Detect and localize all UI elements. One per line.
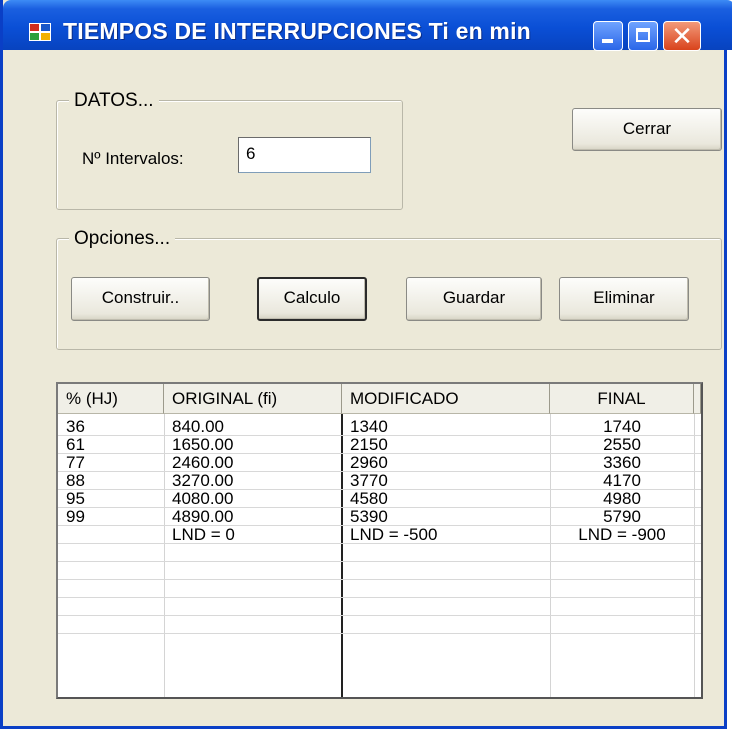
- table-cell: [172, 544, 340, 561]
- table-cell: LND = -500: [350, 525, 438, 544]
- table-cell: 2550: [603, 435, 641, 454]
- table-row[interactable]: 95 4080.00 4580 4980: [58, 490, 701, 508]
- table-cell: 95: [66, 489, 85, 508]
- table-row[interactable]: [58, 562, 701, 580]
- table-row[interactable]: 36 840.00 1340 1740: [58, 418, 701, 436]
- table-cell: 77: [66, 453, 85, 472]
- results-grid[interactable]: % (HJ) ORIGINAL (fi) MODIFICADO FINAL 36…: [56, 382, 703, 699]
- table-cell: LND = 0: [172, 525, 235, 544]
- table-cell: 4580: [350, 489, 388, 508]
- table-cell: [172, 580, 340, 597]
- table-cell: 4980: [603, 489, 641, 508]
- table-cell: [66, 598, 162, 615]
- table-cell: 2460.00: [172, 453, 234, 472]
- table-cell: 2150: [350, 435, 388, 454]
- table-cell: [172, 598, 340, 615]
- table-cell: [66, 544, 162, 561]
- column-header-original[interactable]: ORIGINAL (fi): [164, 384, 342, 414]
- table-cell: [66, 526, 162, 543]
- table-row[interactable]: [58, 580, 701, 598]
- table-cell: 3770: [350, 471, 388, 490]
- calculo-button[interactable]: Calculo: [257, 277, 367, 321]
- eliminar-button[interactable]: Eliminar: [559, 277, 689, 321]
- intervalos-input[interactable]: 6: [238, 137, 371, 173]
- table-cell: 36: [66, 417, 85, 436]
- table-cell: 99: [66, 507, 85, 526]
- table-cell: 61: [66, 435, 85, 454]
- table-cell: [66, 562, 162, 579]
- table-cell: [66, 580, 162, 597]
- table-cell: [350, 616, 548, 633]
- table-cell: [172, 562, 340, 579]
- intervalos-label: Nº Intervalos:: [82, 149, 184, 168]
- table-cell: [350, 598, 548, 615]
- construir-button[interactable]: Construir..: [71, 277, 210, 321]
- table-cell: [550, 598, 694, 615]
- table-cell: 1740: [603, 417, 641, 436]
- column-header-filler: [694, 384, 701, 414]
- table-cell: 4890.00: [172, 507, 234, 526]
- table-cell: [350, 580, 548, 597]
- column-header-hj[interactable]: % (HJ): [58, 384, 164, 414]
- table-cell: 5390: [350, 507, 388, 526]
- minimize-icon: [602, 39, 613, 43]
- table-cell: [550, 616, 694, 633]
- close-icon: ✕: [671, 21, 693, 51]
- opciones-groupbox: Opciones... Construir.. Calculo Guardar …: [56, 228, 722, 350]
- table-cell: [550, 580, 694, 597]
- datos-groupbox: DATOS... Nº Intervalos: 6: [56, 90, 403, 210]
- title-bar[interactable]: TIEMPOS DE INTERRUPCIONES Ti en min ✕: [3, 0, 732, 51]
- table-cell: LND = -900: [578, 525, 666, 544]
- table-cell: [550, 562, 694, 579]
- table-row[interactable]: 61 1650.00 2150 2550: [58, 436, 701, 454]
- table-cell: 840.00: [172, 417, 224, 436]
- table-cell: 4170: [603, 471, 641, 490]
- table-cell: 5790: [603, 507, 641, 526]
- maximize-icon: [636, 28, 650, 42]
- table-row[interactable]: 99 4890.00 5390 5790: [58, 508, 701, 526]
- opciones-legend: Opciones...: [69, 228, 176, 250]
- datos-legend: DATOS...: [69, 90, 159, 112]
- column-header-final[interactable]: FINAL: [550, 384, 694, 414]
- table-row[interactable]: [58, 598, 701, 616]
- table-row[interactable]: [58, 544, 701, 562]
- window-title: TIEMPOS DE INTERRUPCIONES Ti en min: [63, 18, 531, 44]
- close-button[interactable]: ✕: [663, 21, 701, 51]
- guardar-button[interactable]: Guardar: [406, 277, 542, 321]
- table-cell: [172, 616, 340, 633]
- table-cell: 2960: [350, 453, 388, 472]
- table-row[interactable]: [58, 616, 701, 634]
- table-cell: 1340: [350, 417, 388, 436]
- app-window: TIEMPOS DE INTERRUPCIONES Ti en min ✕ DA…: [0, 0, 732, 729]
- cerrar-button[interactable]: Cerrar: [572, 108, 722, 151]
- windows-app-icon: [29, 23, 51, 41]
- table-cell: 3270.00: [172, 471, 234, 490]
- table-row[interactable]: 88 3270.00 3770 4170: [58, 472, 701, 490]
- table-cell: 1650.00: [172, 435, 234, 454]
- table-cell: [350, 544, 548, 561]
- table-cell: 4080.00: [172, 489, 234, 508]
- table-row[interactable]: LND = 0 LND = -500 LND = -900: [58, 526, 701, 544]
- table-cell: [350, 562, 548, 579]
- table-row[interactable]: 77 2460.00 2960 3360: [58, 454, 701, 472]
- table-cell: 88: [66, 471, 85, 490]
- table-cell: [550, 544, 694, 561]
- minimize-button[interactable]: [593, 21, 623, 51]
- maximize-button[interactable]: [628, 21, 658, 51]
- table-cell: [66, 616, 162, 633]
- column-header-modificado[interactable]: MODIFICADO: [342, 384, 550, 414]
- table-cell: 3360: [603, 453, 641, 472]
